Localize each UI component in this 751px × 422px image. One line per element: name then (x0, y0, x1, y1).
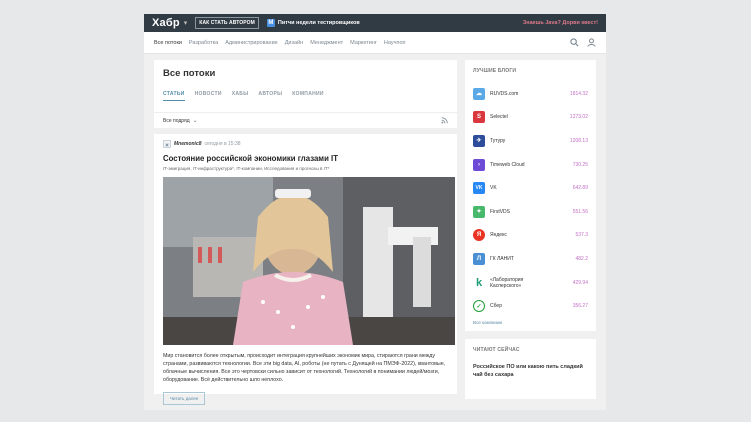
article-cover-image[interactable] (163, 177, 455, 345)
author-link[interactable]: Mnemonic8 (174, 141, 202, 147)
blog-name[interactable]: «Лаборатория Касперского» (490, 277, 552, 289)
feed-header: Все потоки СТАТЬИ НОВОСТИ ХАБЫ АВТОРЫ КО… (154, 60, 457, 112)
sber-logo-icon: ✓ (473, 300, 485, 313)
best-blogs-list: ☁ RUVDS.com 1814.32 S Selectel 1273.02 ✈… (473, 82, 588, 318)
read-more-button[interactable]: Читать далее (163, 392, 206, 405)
nav-item-administration[interactable]: Администрирование (225, 40, 277, 46)
all-companies-link[interactable]: Все компании (473, 320, 588, 325)
blog-rating: 1208.13 (569, 137, 588, 144)
filter-row: Все подряд ⌄ (154, 112, 457, 128)
timeweb-logo-icon: › (473, 158, 485, 171)
nav-item-design[interactable]: Дизайн (285, 40, 304, 46)
reading-now-item[interactable]: Российское ПО или какою пить сладкий чай… (473, 363, 588, 379)
blog-rating: 642.89 (572, 185, 588, 192)
blog-name[interactable]: FirstVDS (490, 209, 510, 215)
promo-text: Питчи недели тестировщиков (277, 20, 360, 26)
nav-item-all-flows[interactable]: Все потоки (154, 40, 182, 46)
vk-logo-icon: VK (473, 182, 485, 195)
feed-tabs: СТАТЬИ НОВОСТИ ХАБЫ АВТОРЫ КОМПАНИИ (163, 91, 448, 101)
list-item[interactable]: Я Яндекс 537.3 (473, 224, 588, 248)
promo-badge-icon: M (266, 19, 275, 27)
lanit-logo-icon: Л (473, 252, 485, 265)
blog-rating: 1814.32 (569, 90, 588, 97)
tutu-logo-icon: ✈ (473, 134, 485, 147)
reading-now-widget: ЧИТАЮТ СЕЙЧАС Российское ПО или какою пи… (465, 338, 596, 399)
list-item[interactable]: › Timeweb Cloud 730.25 (473, 153, 588, 177)
list-item[interactable]: ☁ RUVDS.com 1814.32 (473, 82, 588, 106)
search-icon[interactable] (570, 38, 579, 47)
blog-rating: 1273.02 (569, 114, 588, 121)
selectel-logo-icon: S (473, 111, 485, 124)
blog-name[interactable]: RUVDS.com (490, 91, 518, 97)
sort-filter-label: Все подряд (163, 117, 190, 124)
main-content: Все потоки СТАТЬИ НОВОСТИ ХАБЫ АВТОРЫ КО… (144, 54, 606, 405)
article-excerpt: Мир становится более открытым, происходи… (163, 353, 446, 383)
blog-rating: 730.25 (572, 161, 588, 168)
post-time: сегодня в 15:38 (204, 141, 241, 147)
chevron-down-icon[interactable]: ▾ (184, 19, 188, 27)
user-icon[interactable] (587, 38, 596, 47)
list-item[interactable]: Л ГК ЛАНИТ 482.2 (473, 247, 588, 271)
blog-rating: 482.2 (575, 255, 588, 262)
list-item[interactable]: ✓ Сбер 356.27 (473, 294, 588, 318)
nav-icons (570, 38, 596, 47)
blog-name[interactable]: Timeweb Cloud (490, 162, 525, 168)
feed-column: Все потоки СТАТЬИ НОВОСТИ ХАБЫ АВТОРЫ КО… (154, 60, 457, 405)
article-hubs[interactable]: IT-эмиграция, IT-инфраструктура*, IT-ком… (163, 166, 448, 171)
blog-name[interactable]: ГК ЛАНИТ (490, 256, 514, 262)
list-item[interactable]: ✈ Тутуру 1208.13 (473, 129, 588, 153)
nav-item-management[interactable]: Менеджмент (310, 40, 343, 46)
flows-nav: Все потоки Разработка Администрирование … (144, 32, 606, 54)
nav-item-popular-science[interactable]: Научпоп (384, 40, 406, 46)
chevron-down-icon: ⌄ (192, 118, 198, 124)
avatar[interactable]: ▣ (163, 140, 171, 148)
blog-name[interactable]: Яндекс (490, 232, 507, 238)
list-item[interactable]: ✦ FirstVDS 551.56 (473, 200, 588, 224)
article-meta: ▣ Mnemonic8 сегодня в 15:38 (163, 140, 448, 148)
kaspersky-logo-icon: k (473, 276, 485, 289)
list-item[interactable]: S Selectel 1273.02 (473, 106, 588, 130)
habr-logo[interactable]: Хабр (152, 17, 180, 29)
best-blogs-widget: ЛУЧШИЕ БЛОГИ ☁ RUVDS.com 1814.32 S Selec… (465, 60, 596, 331)
firstvds-logo-icon: ✦ (473, 205, 485, 218)
browser-viewport: Хабр ▾ КАК СТАТЬ АВТОРОМ M Питчи недели … (144, 14, 606, 410)
nav-item-development[interactable]: Разработка (189, 40, 218, 46)
ruvds-logo-icon: ☁ (473, 87, 485, 100)
blog-rating: 356.27 (572, 303, 588, 310)
become-author-button[interactable]: КАК СТАТЬ АВТОРОМ (195, 17, 259, 29)
tab-news[interactable]: НОВОСТИ (195, 91, 222, 101)
promo-link[interactable]: M Питчи недели тестировщиков (266, 19, 360, 27)
rss-icon[interactable] (441, 117, 448, 124)
robot-photo-illustration (163, 177, 455, 345)
blog-rating: 551.56 (572, 208, 588, 215)
list-item[interactable]: VK VK 642.89 (473, 176, 588, 200)
article-title[interactable]: Состояние российской экономики глазами I… (163, 154, 448, 163)
blog-rating: 429.94 (572, 279, 588, 286)
blog-name[interactable]: Тутуру (490, 138, 505, 144)
sidebar: ЛУЧШИЕ БЛОГИ ☁ RUVDS.com 1814.32 S Selec… (465, 60, 596, 399)
page-title: Все потоки (163, 68, 216, 79)
tab-hubs[interactable]: ХАБЫ (232, 91, 249, 101)
sort-filter-dropdown[interactable]: Все подряд ⌄ (163, 117, 198, 125)
reading-now-title: ЧИТАЮТ СЕЙЧАС (473, 346, 520, 353)
article-card: ▣ Mnemonic8 сегодня в 15:38 Состояние ро… (154, 134, 457, 405)
blog-name[interactable]: VK (490, 185, 497, 191)
blog-rating: 537.3 (575, 232, 588, 239)
tab-articles[interactable]: СТАТЬИ (163, 91, 185, 101)
blog-name[interactable]: Сбер (490, 303, 502, 309)
tab-authors[interactable]: АВТОРЫ (258, 91, 282, 101)
java-quest-link[interactable]: Знаешь Java? Дорви квест! (523, 20, 598, 26)
nav-item-marketing[interactable]: Маркетинг (350, 40, 377, 46)
blog-name[interactable]: Selectel (490, 114, 508, 120)
yandex-logo-icon: Я (473, 229, 485, 242)
top-bar: Хабр ▾ КАК СТАТЬ АВТОРОМ M Питчи недели … (144, 14, 606, 32)
list-item[interactable]: k «Лаборатория Касперского» 429.94 (473, 271, 588, 295)
tab-companies[interactable]: КОМПАНИИ (292, 91, 324, 101)
best-blogs-title: ЛУЧШИЕ БЛОГИ (473, 68, 517, 74)
